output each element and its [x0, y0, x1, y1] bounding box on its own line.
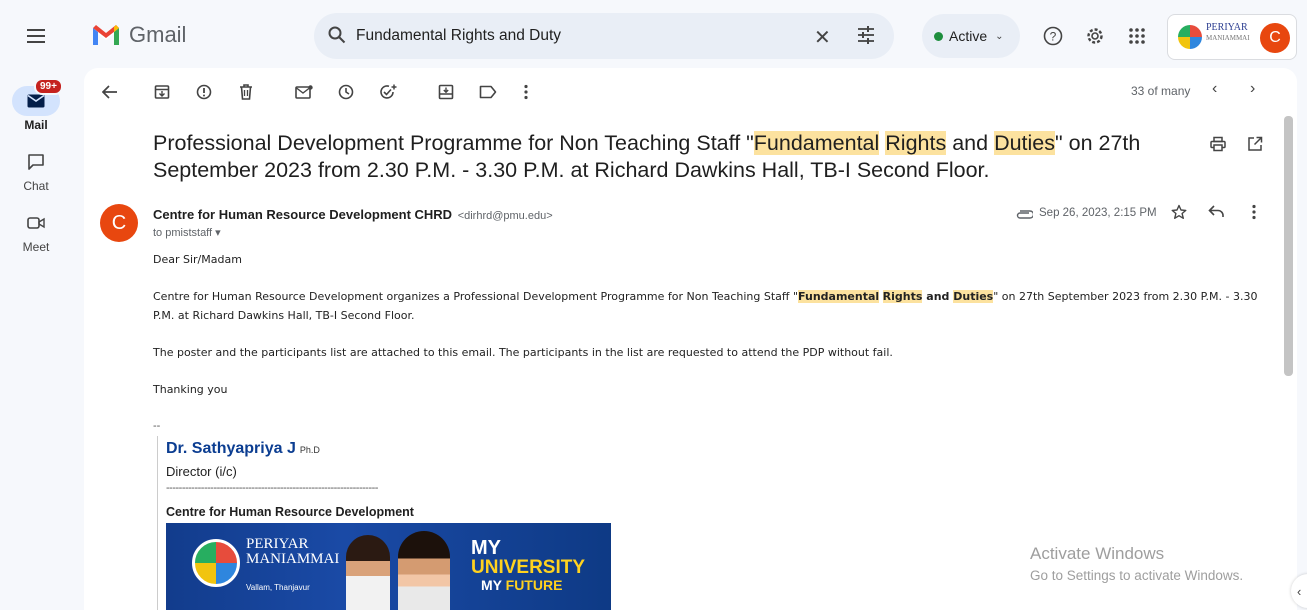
recipients-toggle[interactable]: to pmiststaff ▾	[153, 226, 221, 239]
settings-gear-icon[interactable]	[1084, 25, 1106, 47]
email-closing: Thanking you	[153, 383, 228, 396]
email-greeting: Dear Sir/Madam	[153, 253, 242, 266]
more-options-icon[interactable]	[516, 82, 536, 102]
sender-name[interactable]: Centre for Human Resource Development CH…	[153, 207, 553, 222]
signature-role: Director (i/c)	[166, 464, 237, 479]
star-icon[interactable]	[1171, 204, 1187, 225]
hamburger-icon	[27, 29, 45, 43]
attachment-icon	[1015, 207, 1035, 225]
search-input[interactable]: Fundamental Rights and Duty	[356, 27, 561, 45]
banner-person-1	[346, 535, 390, 610]
banner-person-2	[398, 531, 450, 610]
apps-grid-icon[interactable]	[1126, 25, 1148, 47]
rail-mail[interactable]: 99+ Mail	[12, 78, 63, 132]
status-selector[interactable]: Active ⌄	[922, 14, 1020, 58]
main-menu-button[interactable]	[24, 24, 48, 48]
signature-name: Dr. Sathyapriya J Ph.D	[166, 440, 320, 457]
banner-my-future: MY FUTURE	[481, 577, 563, 593]
account-avatar[interactable]: C	[1260, 23, 1290, 53]
email-paragraph-1: Centre for Human Resource Development or…	[153, 290, 1258, 322]
rail-chat-label: Chat	[23, 179, 49, 193]
message-more-options-icon[interactable]	[1252, 204, 1256, 225]
signature-dashed-line: ----------------------------------------…	[166, 482, 378, 494]
email-subject: Professional Development Programme for N…	[153, 131, 1141, 182]
signature-banner-image: PERIYAR MANIAMMAI Vallam, Thanjavur MY UN…	[166, 523, 611, 610]
email-paragraph-2: The poster and the participants list are…	[153, 346, 893, 359]
message-count: 33 of many	[1131, 84, 1191, 98]
status-label: Active	[949, 28, 988, 44]
banner-university: UNIVERSITY	[471, 557, 586, 578]
signature-organization: Centre for Human Resource Development	[166, 505, 414, 519]
search-bar[interactable]: Fundamental Rights and Duty ✕	[314, 13, 894, 59]
banner-my: MY	[471, 537, 501, 559]
banner-university-name: PERIYAR MANIAMMAI	[246, 536, 340, 567]
mail-icon	[27, 94, 45, 108]
activate-windows-watermark: Activate Windows Go to Settings to activ…	[1030, 544, 1244, 583]
organization-logo	[1178, 25, 1202, 49]
svg-text:?: ?	[1050, 30, 1057, 44]
rail-meet[interactable]: Meet	[12, 208, 60, 254]
snooze-clock-icon[interactable]	[336, 82, 356, 102]
email-view-panel: 33 of many ‹ › Professional Development …	[84, 68, 1297, 610]
caret-down-icon: ▾	[215, 227, 221, 239]
account-switcher[interactable]: PERIYAR MANIAMMAI C	[1167, 14, 1297, 60]
status-dot	[934, 31, 943, 41]
search-options-icon[interactable]	[856, 25, 876, 45]
signature-separator: --	[153, 420, 161, 432]
reply-icon[interactable]	[1208, 204, 1224, 223]
clear-search-icon[interactable]: ✕	[814, 25, 831, 50]
move-to-icon[interactable]	[436, 82, 456, 102]
university-seal-icon	[192, 539, 240, 587]
gmail-logo[interactable]: Gmail	[91, 22, 186, 48]
sender-avatar[interactable]: C	[100, 204, 138, 242]
rail-mail-label: Mail	[24, 118, 48, 132]
newer-chevron-left-icon[interactable]: ‹	[1212, 80, 1217, 98]
organization-name: PERIYAR MANIAMMAI	[1206, 22, 1250, 43]
banner-location: Vallam, Thanjavur	[246, 583, 310, 592]
video-camera-icon	[27, 217, 45, 229]
chat-icon	[28, 154, 44, 170]
open-in-new-window-icon[interactable]	[1247, 136, 1263, 157]
unread-badge: 99+	[34, 78, 63, 95]
sender-email: <dirhrd@pmu.edu>	[457, 210, 553, 222]
app-name: Gmail	[129, 22, 187, 47]
signature-border	[157, 436, 166, 610]
add-to-tasks-icon[interactable]	[378, 82, 398, 102]
print-icon[interactable]	[1210, 136, 1226, 157]
search-icon[interactable]	[328, 26, 346, 44]
label-tag-icon[interactable]	[478, 82, 498, 102]
back-arrow-icon[interactable]	[100, 82, 120, 102]
rail-chat[interactable]: Chat	[12, 147, 60, 193]
email-date: Sep 26, 2023, 2:15 PM	[1039, 207, 1157, 219]
mark-unread-icon[interactable]	[294, 82, 314, 102]
rail-meet-label: Meet	[22, 240, 50, 254]
delete-trash-icon[interactable]	[236, 82, 256, 102]
archive-icon[interactable]	[152, 82, 172, 102]
scrollbar-thumb[interactable]	[1284, 116, 1293, 376]
chevron-down-icon: ⌄	[995, 30, 1004, 42]
help-icon[interactable]: ?	[1042, 25, 1064, 47]
gmail-m-icon	[93, 25, 119, 45]
older-chevron-right-icon[interactable]: ›	[1250, 80, 1255, 98]
report-spam-icon[interactable]	[194, 82, 214, 102]
